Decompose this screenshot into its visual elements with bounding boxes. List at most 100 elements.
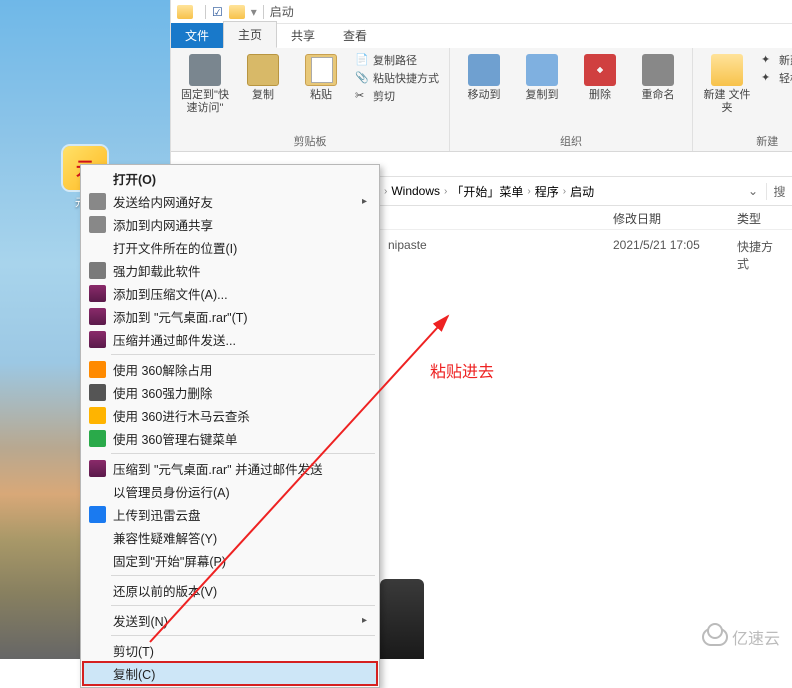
new-folder-button[interactable]: 新建 文件夹 bbox=[703, 52, 751, 115]
separator bbox=[111, 354, 375, 355]
pin-icon bbox=[189, 54, 221, 86]
ctx-360-force-delete[interactable]: 使用 360强力删除 bbox=[83, 381, 377, 404]
tab-view[interactable]: 查看 bbox=[329, 23, 381, 48]
ctx-360-trojan-scan[interactable]: 使用 360进行木马云查杀 bbox=[83, 404, 377, 427]
ribbon-group-organize: 移动到 复制到 删除 重命名 组织 bbox=[450, 48, 693, 151]
uninstall-icon bbox=[89, 262, 106, 279]
ctx-open-location[interactable]: 打开文件所在的位置(I) bbox=[83, 236, 377, 259]
ctx-add-rar[interactable]: 添加到 "元气桌面.rar"(T) bbox=[83, 305, 377, 328]
search-button[interactable]: 搜 bbox=[766, 183, 792, 200]
breadcrumb-segment[interactable]: 程序 bbox=[535, 183, 559, 200]
chevron-right-icon[interactable]: › bbox=[559, 186, 570, 197]
ctx-copy[interactable]: 复制(C) bbox=[83, 662, 377, 685]
rename-button[interactable]: 重命名 bbox=[634, 52, 682, 102]
context-menu: 打开(O) 发送给内网通好友▸ 添加到内网通共享 打开文件所在的位置(I) 强力… bbox=[80, 164, 380, 688]
newfolder-icon bbox=[711, 54, 743, 86]
qat-check-icon[interactable]: ☑ bbox=[212, 5, 223, 19]
partial-object bbox=[380, 579, 424, 659]
ctx-sendto[interactable]: 发送到(N)▸ bbox=[83, 609, 377, 632]
copy-icon bbox=[247, 54, 279, 86]
separator bbox=[111, 605, 375, 606]
copy-path-button[interactable]: 📄复制路径 bbox=[355, 52, 439, 68]
ctx-open[interactable]: 打开(O) bbox=[83, 167, 377, 190]
ctx-runas-admin[interactable]: 以管理员身份运行(A) bbox=[83, 480, 377, 503]
paste-shortcut-button[interactable]: 📎粘贴快捷方式 bbox=[355, 70, 439, 86]
folder-icon bbox=[177, 5, 193, 19]
share-icon bbox=[89, 216, 106, 233]
chevron-right-icon: ▸ bbox=[362, 196, 367, 207]
ribbon-group-clipboard: 固定到"快 速访问" 复制 粘贴 📄复制路径 📎粘贴快捷方式 ✂剪切 剪贴板 bbox=[171, 48, 450, 151]
window-title: 启动 bbox=[270, 3, 294, 20]
ctx-compress-rar-mail[interactable]: 压缩到 "元气桌面.rar" 并通过邮件发送 bbox=[83, 457, 377, 480]
group-title: 新建 bbox=[703, 131, 792, 149]
annotation-label: 粘贴进去 bbox=[430, 358, 494, 382]
ribbon: 固定到"快 速访问" 复制 粘贴 📄复制路径 📎粘贴快捷方式 ✂剪切 剪贴板 移… bbox=[171, 48, 792, 152]
ctx-restore-versions[interactable]: 还原以前的版本(V) bbox=[83, 579, 377, 602]
file-list-header: 修改日期 类型 bbox=[380, 206, 792, 230]
cloud-icon bbox=[702, 628, 728, 646]
shortcut-icon: 📎 bbox=[355, 71, 369, 85]
file-type: 快捷方式 bbox=[729, 236, 792, 258]
file-date: 2021/5/21 17:05 bbox=[605, 236, 729, 258]
table-row[interactable]: nipaste 2021/5/21 17:05 快捷方式 bbox=[380, 236, 792, 258]
chevron-right-icon: ▸ bbox=[362, 615, 367, 626]
ctx-send-wangtong[interactable]: 发送给内网通好友▸ bbox=[83, 190, 377, 213]
cut-button[interactable]: ✂剪切 bbox=[355, 88, 439, 104]
360-icon bbox=[89, 407, 106, 424]
copy-button[interactable]: 复制 bbox=[239, 52, 287, 102]
new-item-button[interactable]: ✦新建项目 ▾ bbox=[761, 52, 792, 68]
pin-quickaccess-button[interactable]: 固定到"快 速访问" bbox=[181, 52, 229, 115]
360-icon bbox=[89, 384, 106, 401]
ctx-360-unlock[interactable]: 使用 360解除占用 bbox=[83, 358, 377, 381]
ctx-add-archive[interactable]: 添加到压缩文件(A)... bbox=[83, 282, 377, 305]
separator bbox=[111, 575, 375, 576]
ribbon-tabs: 文件 主页 共享 查看 bbox=[171, 24, 792, 48]
separator bbox=[111, 635, 375, 636]
col-type[interactable]: 类型 bbox=[729, 206, 792, 229]
ribbon-group-new: 新建 文件夹 ✦新建项目 ▾ ✦轻松访问 ▾ 新建 bbox=[693, 48, 792, 151]
360-icon bbox=[89, 430, 106, 447]
folder-icon[interactable] bbox=[229, 5, 245, 19]
group-title: 组织 bbox=[460, 131, 682, 149]
watermark: 亿速云 bbox=[702, 625, 780, 649]
copyto-button[interactable]: 复制到 bbox=[518, 52, 566, 102]
rar-icon bbox=[89, 308, 106, 325]
group-title: 剪贴板 bbox=[181, 131, 439, 149]
share-icon bbox=[89, 193, 106, 210]
breadcrumb-segment[interactable]: 「开始」菜单 bbox=[451, 183, 523, 200]
chevron-right-icon[interactable]: › bbox=[380, 186, 391, 197]
tab-home[interactable]: 主页 bbox=[223, 21, 277, 48]
path-icon: 📄 bbox=[355, 53, 369, 67]
ctx-share-wangtong[interactable]: 添加到内网通共享 bbox=[83, 213, 377, 236]
ctx-uninstall[interactable]: 强力卸载此软件 bbox=[83, 259, 377, 282]
ctx-compat-troubleshoot[interactable]: 兼容性疑难解答(Y) bbox=[83, 526, 377, 549]
thunder-icon bbox=[89, 506, 106, 523]
ctx-thunder-upload[interactable]: 上传到迅雷云盘 bbox=[83, 503, 377, 526]
ctx-compress-mail[interactable]: 压缩并通过邮件发送... bbox=[83, 328, 377, 351]
ctx-360-manage-menu[interactable]: 使用 360管理右键菜单 bbox=[83, 427, 377, 450]
chevron-right-icon[interactable]: › bbox=[440, 186, 451, 197]
tab-file[interactable]: 文件 bbox=[171, 23, 223, 48]
easy-access-button[interactable]: ✦轻松访问 ▾ bbox=[761, 70, 792, 86]
moveto-button[interactable]: 移动到 bbox=[460, 52, 508, 102]
explorer-window: ☑ ▾ 启动 文件 主页 共享 查看 固定到"快 速访问" 复制 粘贴 📄复制路… bbox=[170, 0, 792, 190]
chevron-down-icon[interactable]: ⌄ bbox=[740, 184, 766, 198]
newitem-icon: ✦ bbox=[761, 53, 775, 67]
rar-icon bbox=[89, 331, 106, 348]
rename-icon bbox=[642, 54, 674, 86]
move-icon bbox=[468, 54, 500, 86]
tab-share[interactable]: 共享 bbox=[277, 23, 329, 48]
rar-icon bbox=[89, 285, 106, 302]
breadcrumb-segment[interactable]: Windows bbox=[391, 184, 440, 198]
delete-button[interactable]: 删除 bbox=[576, 52, 624, 102]
easyaccess-icon: ✦ bbox=[761, 71, 775, 85]
file-name: nipaste bbox=[380, 236, 605, 258]
rar-icon bbox=[89, 460, 106, 477]
chevron-right-icon[interactable]: › bbox=[523, 186, 534, 197]
copyto-icon bbox=[526, 54, 558, 86]
breadcrumb-segment[interactable]: 启动 bbox=[570, 183, 594, 200]
col-date[interactable]: 修改日期 bbox=[605, 206, 729, 229]
delete-icon bbox=[584, 54, 616, 86]
ctx-pin-start[interactable]: 固定到"开始"屏幕(P) bbox=[83, 549, 377, 572]
paste-button[interactable]: 粘贴 bbox=[297, 52, 345, 102]
